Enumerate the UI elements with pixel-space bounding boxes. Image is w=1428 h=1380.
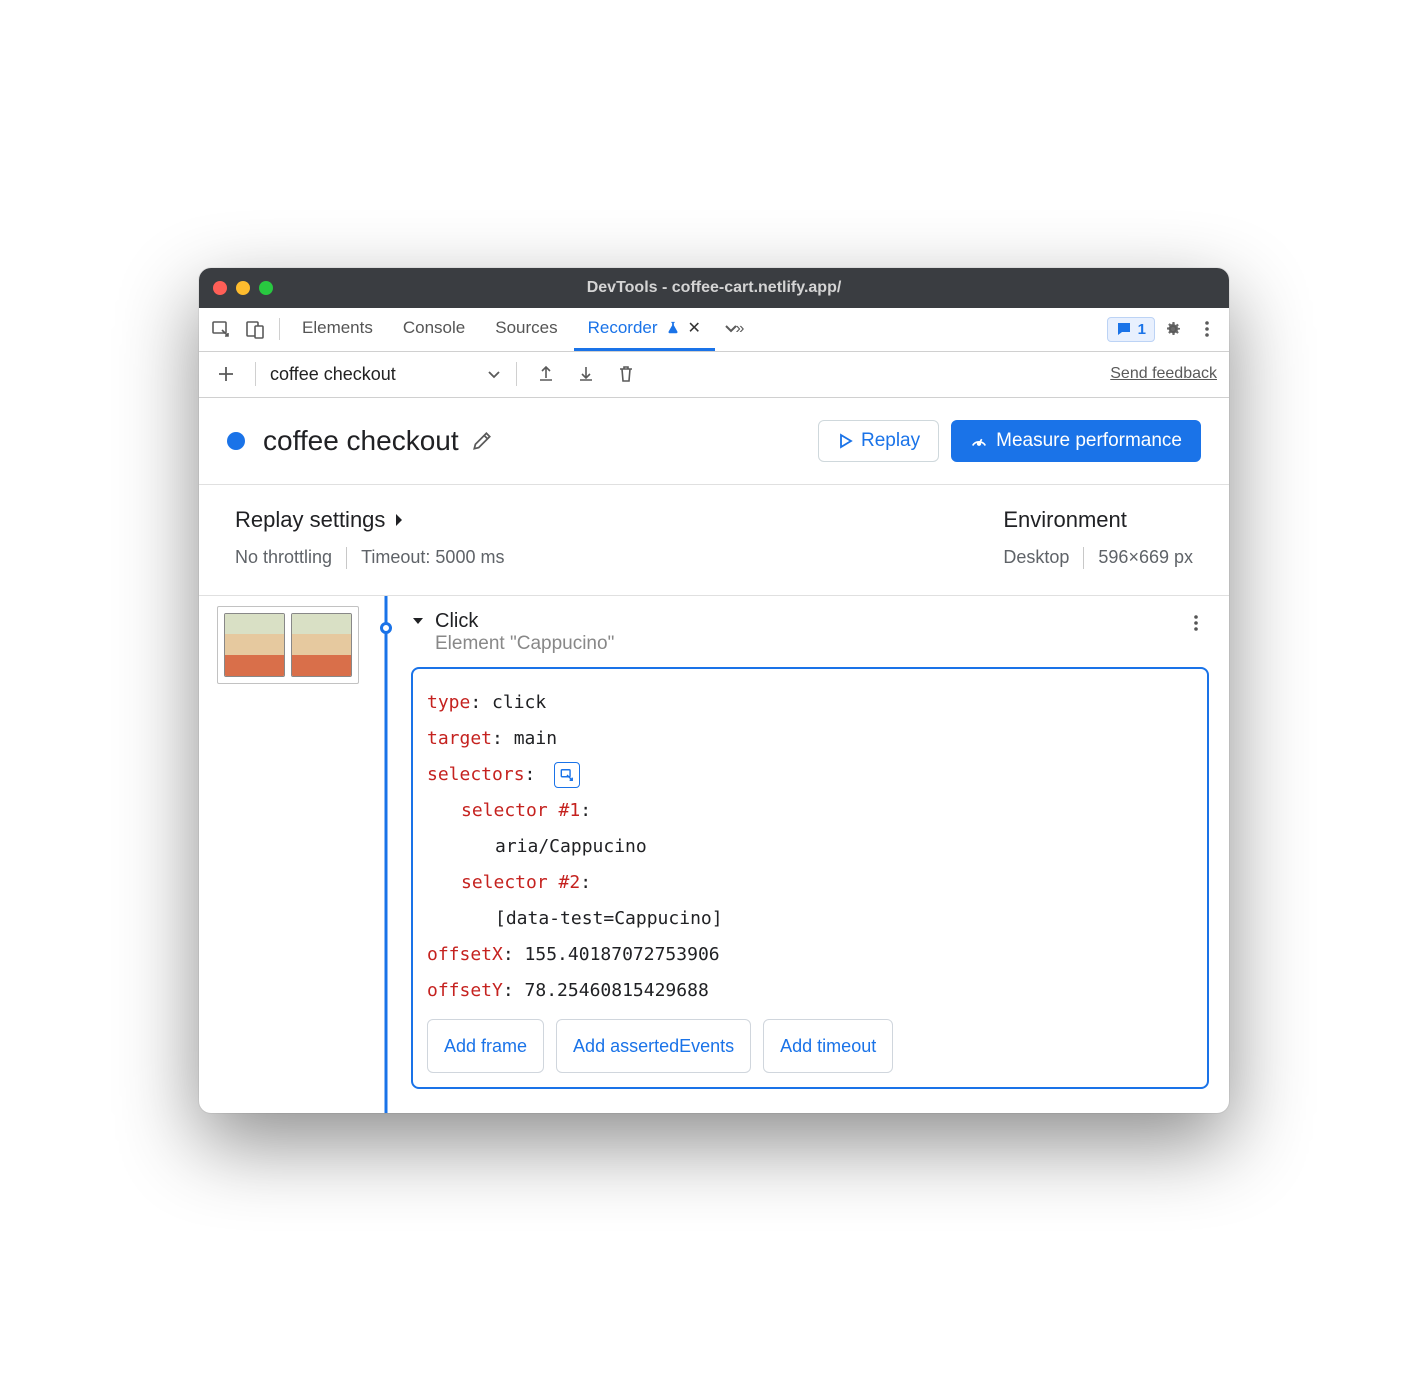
more-tabs-icon[interactable]: »	[717, 313, 749, 345]
inspect-icon[interactable]	[205, 313, 237, 345]
divider	[279, 318, 280, 340]
step-more-icon[interactable]	[1183, 610, 1209, 636]
settings-icon[interactable]	[1157, 313, 1189, 345]
tab-label: Elements	[302, 318, 373, 338]
replay-settings-heading[interactable]: Replay settings	[235, 507, 504, 533]
step-column: Click Element "Cappucino" type: click ta…	[403, 596, 1229, 1113]
tab-bar: Elements Console Sources Recorder ✕ » 1	[199, 308, 1229, 352]
recording-header: coffee checkout Replay Measure performan…	[199, 398, 1229, 485]
delete-icon[interactable]	[611, 359, 641, 389]
selector-row[interactable]: selector #1:	[427, 793, 1193, 829]
device-toggle-icon[interactable]	[239, 313, 271, 345]
send-feedback-link[interactable]: Send feedback	[1110, 365, 1217, 383]
tab-elements[interactable]: Elements	[288, 308, 387, 351]
button-label: Replay	[861, 430, 920, 452]
selector-row[interactable]: selector #2:	[427, 865, 1193, 901]
recording-status-dot	[227, 432, 245, 450]
close-window-button[interactable]	[213, 281, 227, 295]
selector-value[interactable]: aria/Cappucino	[427, 829, 1193, 865]
window-title: DevTools - coffee-cart.netlify.app/	[199, 279, 1229, 297]
close-tab-icon[interactable]: ✕	[688, 318, 701, 338]
titlebar: DevTools - coffee-cart.netlify.app/	[199, 268, 1229, 308]
tab-recorder[interactable]: Recorder ✕	[574, 308, 715, 351]
tab-label: Sources	[495, 318, 557, 338]
thumbnail-column	[199, 596, 369, 1113]
dimensions-value: 596×669 px	[1098, 547, 1193, 568]
collapse-icon[interactable]	[411, 614, 425, 628]
recording-name: coffee checkout	[270, 364, 396, 385]
step-field[interactable]: target: main	[427, 721, 1193, 757]
step-details-box: type: click target: main selectors: sele…	[411, 667, 1209, 1089]
chevron-right-icon	[393, 512, 405, 528]
export-icon[interactable]	[531, 359, 561, 389]
measure-performance-button[interactable]: Measure performance	[951, 420, 1201, 462]
more-menu-icon[interactable]	[1191, 313, 1223, 345]
step-subtitle: Element "Cappucino"	[435, 633, 614, 655]
cup-graphic	[291, 613, 352, 677]
import-icon[interactable]	[571, 359, 601, 389]
selector-value[interactable]: [data-test=Cappucino]	[427, 901, 1193, 937]
recording-dropdown[interactable]: coffee checkout	[270, 364, 502, 385]
divider	[1083, 547, 1084, 569]
minimize-window-button[interactable]	[236, 281, 250, 295]
step-field[interactable]: offsetX: 155.40187072753906	[427, 937, 1193, 973]
settings-row: Replay settings No throttling Timeout: 5…	[199, 485, 1229, 596]
maximize-window-button[interactable]	[259, 281, 273, 295]
flask-icon	[666, 321, 680, 335]
step-field[interactable]: type: click	[427, 685, 1193, 721]
environment-settings: Environment Desktop 596×669 px	[1003, 507, 1193, 569]
divider	[346, 547, 347, 569]
step-dot[interactable]	[380, 622, 392, 634]
divider	[516, 362, 517, 386]
add-timeout-button[interactable]: Add timeout	[763, 1019, 893, 1073]
environment-heading: Environment	[1003, 507, 1193, 533]
add-frame-button[interactable]: Add frame	[427, 1019, 544, 1073]
new-recording-icon[interactable]	[211, 359, 241, 389]
devtools-window: DevTools - coffee-cart.netlify.app/ Elem…	[199, 268, 1229, 1113]
replay-button[interactable]: Replay	[818, 420, 939, 462]
gauge-icon	[970, 432, 988, 450]
cup-graphic	[224, 613, 285, 677]
recorder-toolbar: coffee checkout Send feedback	[199, 352, 1229, 398]
step-field[interactable]: offsetY: 78.25460815429688	[427, 973, 1193, 1009]
step-thumbnail[interactable]	[217, 606, 359, 684]
replay-settings: Replay settings No throttling Timeout: 5…	[235, 507, 504, 569]
throttling-value: No throttling	[235, 547, 332, 568]
tab-sources[interactable]: Sources	[481, 308, 571, 351]
issues-icon	[1116, 321, 1132, 337]
step-field[interactable]: selectors:	[427, 757, 1193, 793]
chevron-down-icon	[486, 366, 502, 382]
tab-console[interactable]: Console	[389, 308, 479, 351]
step-title: Click	[435, 610, 614, 633]
issues-badge[interactable]: 1	[1107, 317, 1155, 342]
button-label: Measure performance	[996, 430, 1182, 452]
divider	[255, 362, 256, 386]
step-header[interactable]: Click Element "Cappucino"	[411, 610, 1209, 655]
play-icon	[837, 433, 853, 449]
issues-count: 1	[1138, 321, 1146, 338]
timeout-value: Timeout: 5000 ms	[361, 547, 504, 568]
heading-label: Replay settings	[235, 507, 385, 533]
edit-title-icon[interactable]	[471, 430, 493, 452]
timeline: Click Element "Cappucino" type: click ta…	[199, 596, 1229, 1113]
device-value: Desktop	[1003, 547, 1069, 568]
add-asserted-events-button[interactable]: Add assertedEvents	[556, 1019, 751, 1073]
tab-label: Console	[403, 318, 465, 338]
tab-label: Recorder	[588, 318, 658, 338]
select-element-icon[interactable]	[554, 762, 580, 788]
timeline-rail	[369, 596, 403, 1113]
recording-title: coffee checkout	[263, 425, 459, 457]
heading-label: Environment	[1003, 507, 1127, 533]
window-controls	[213, 281, 273, 295]
